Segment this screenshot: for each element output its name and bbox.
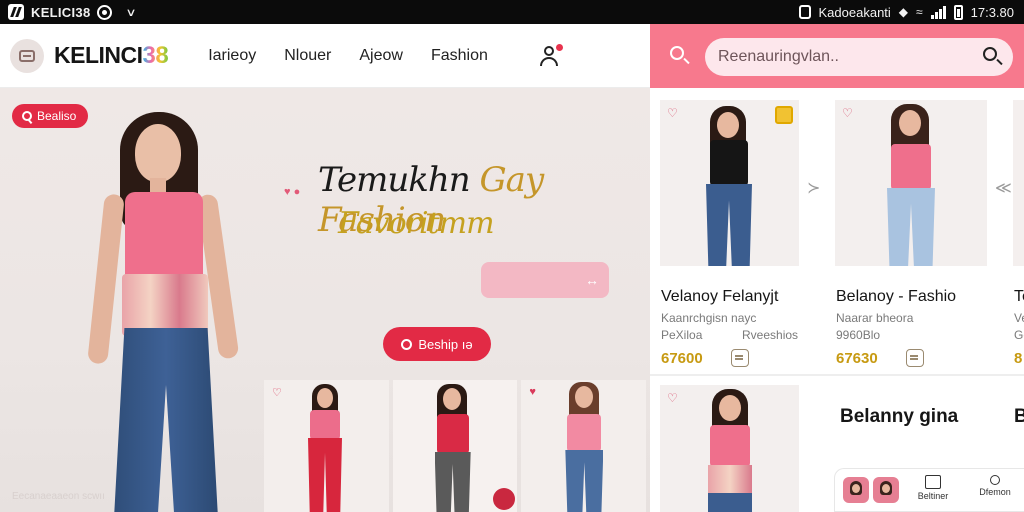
status-carrier: Kadoeakanti xyxy=(818,4,891,20)
hero-thumbnails: ♡ ♥ xyxy=(264,380,650,512)
notification-icon xyxy=(798,5,811,19)
brand-logo[interactable]: KELINCI 38 xyxy=(54,41,169,70)
hearts-decoration: ♥ ● xyxy=(284,186,301,198)
product-price: 8 xyxy=(1014,350,1023,367)
search-input[interactable]: Reenauringvlan.. xyxy=(705,38,1013,76)
product-price: 67600 xyxy=(661,350,703,367)
product-image[interactable]: ♡ xyxy=(835,100,987,266)
search-icon xyxy=(22,111,32,121)
hero-banner: Bealiso ♥ ● Temukhn Gay Fashion Favoritm… xyxy=(0,88,650,512)
product-grid: ♡ Velanoy Felanyjt Kaanrchgisn nayc PeXi… xyxy=(650,88,1024,512)
product-image[interactable]: ♡ xyxy=(660,100,799,266)
top-header: KELINCI 38 Iarieoy Nlouer Ajeow Fashion xyxy=(0,24,650,88)
status-time: 17:3.80 xyxy=(970,4,1014,20)
heart-icon[interactable]: ♡ xyxy=(272,386,282,399)
search-placeholder: Reenauringvlan.. xyxy=(718,48,839,65)
notification-dot xyxy=(555,43,563,51)
nav-item-1[interactable]: Iarieoy xyxy=(208,47,256,65)
product-image[interactable]: ♡ xyxy=(660,385,799,512)
product-meta: Ge xyxy=(1014,328,1024,342)
product-title[interactable]: Velanoy Felanyjt xyxy=(661,288,778,306)
hero-subheadline: Favoritmm xyxy=(338,206,495,241)
status-app-name: KELICI38 xyxy=(31,4,91,20)
menu-button[interactable] xyxy=(10,38,44,73)
search-submit-icon[interactable] xyxy=(980,45,1004,69)
main-nav: Iarieoy Nlouer Ajeow Fashion xyxy=(208,47,488,65)
battery-icon xyxy=(953,4,963,20)
user-icon[interactable] xyxy=(538,43,563,67)
nav-item-3[interactable]: Ajeow xyxy=(359,47,403,65)
section-title: Belanny gina xyxy=(840,406,959,427)
menu-icon xyxy=(19,49,35,62)
nav-item-fashion[interactable]: Fashion xyxy=(431,47,488,65)
product-meta-2: Rveeshios xyxy=(742,328,799,342)
thumbnail-3[interactable]: ♥ xyxy=(521,380,647,512)
product-desc: Naarar bheora xyxy=(836,311,914,325)
product-image[interactable] xyxy=(1013,100,1024,266)
record-icon xyxy=(97,4,113,20)
hero-input-field[interactable]: ↔ xyxy=(481,262,609,298)
row-divider xyxy=(650,374,1024,376)
section-title-2: B xyxy=(1014,406,1024,427)
nav-tab-profile-label: Dfemon xyxy=(979,487,1011,497)
thumbnail-1[interactable]: ♡ xyxy=(264,380,389,512)
hero-cta-button[interactable]: Beship ıə xyxy=(383,327,491,361)
carousel-arrow-icon[interactable]: ≪ xyxy=(995,178,1012,198)
brand-name: KELINCI xyxy=(54,42,143,68)
carousel-arrow-icon[interactable]: ≻ xyxy=(807,178,820,198)
product-title[interactable]: Te xyxy=(1014,288,1024,306)
brand-number: 38 xyxy=(142,41,169,69)
arrow-icon: ↔ xyxy=(585,272,599,288)
wifi-strength-icon: ≈ xyxy=(916,5,923,19)
app-icon xyxy=(8,4,24,20)
bottom-nav: Beltiner Dfemon xyxy=(834,468,1024,512)
avatar[interactable] xyxy=(873,477,899,503)
cart-icon[interactable] xyxy=(731,349,749,367)
product-desc: Kaanrchgisn nayc xyxy=(661,311,757,325)
headline-part-1: Temukhn xyxy=(318,160,480,200)
hero-badge[interactable]: Bealiso xyxy=(12,104,89,128)
profile-icon xyxy=(990,475,1000,485)
search-icon[interactable] xyxy=(670,46,686,62)
search-icon xyxy=(401,338,413,350)
inbox-icon xyxy=(925,475,941,489)
product-desc: Ve xyxy=(1014,311,1024,325)
nav-tab-1[interactable]: Beltiner xyxy=(913,475,953,501)
heart-icon[interactable]: ♥ xyxy=(529,386,536,398)
nav-tab-profile[interactable]: Dfemon xyxy=(975,475,1015,497)
heart-icon[interactable]: ♡ xyxy=(667,106,678,120)
thumbnail-2[interactable] xyxy=(392,380,518,512)
bookmark-icon[interactable] xyxy=(775,106,793,124)
hero-cta-label: Beship ıə xyxy=(418,336,473,352)
heart-icon[interactable]: ♡ xyxy=(667,391,678,405)
hero-model-image xyxy=(80,102,260,512)
avatar[interactable] xyxy=(843,477,869,503)
chevron-down-icon[interactable]: ∨ xyxy=(126,6,137,19)
cart-icon[interactable] xyxy=(906,349,924,367)
heart-icon[interactable]: ♡ xyxy=(842,106,853,120)
nav-item-2[interactable]: Nlouer xyxy=(284,47,331,65)
signal-icon xyxy=(930,5,946,19)
wifi-icon: ◆ xyxy=(898,5,909,19)
product-meta: 9960Blo xyxy=(836,328,881,342)
product-title[interactable]: Belanoy - Fashio xyxy=(836,288,956,306)
product-meta: PeXiloa xyxy=(661,328,703,342)
status-bar: KELICI38 ∨ Kadoeakanti ◆ ≈ 17:3.80 xyxy=(0,0,1024,24)
watermark-text: Eecanaeaaeon scwıı xyxy=(12,491,105,502)
search-header: Reenauringvlan.. xyxy=(650,24,1024,88)
hero-badge-label: Bealiso xyxy=(37,109,77,123)
product-price: 67630 xyxy=(836,350,878,367)
nav-tab-1-label: Beltiner xyxy=(917,491,949,501)
